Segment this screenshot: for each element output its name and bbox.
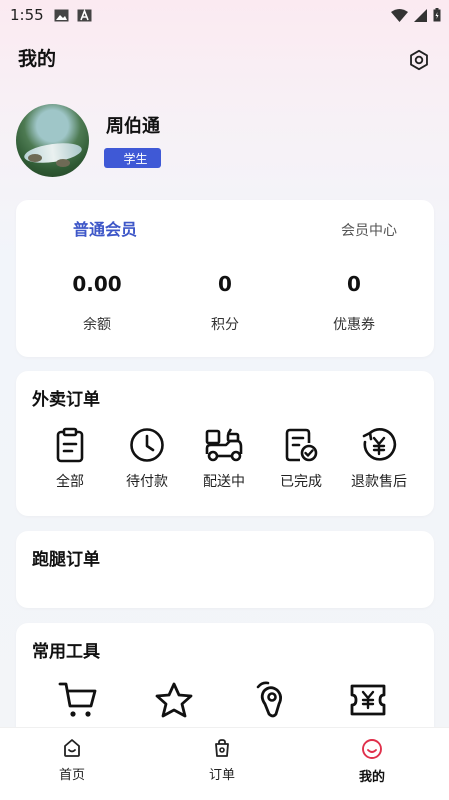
- order-all-label: 全部: [56, 474, 84, 490]
- order-refund-label: 退款售后: [351, 474, 407, 490]
- tools-card: 常用工具: [16, 623, 434, 743]
- avatar-stream: [23, 140, 83, 166]
- settings-icon: [410, 49, 428, 71]
- status-time: 1:55: [10, 6, 44, 24]
- tab-home[interactable]: 首页: [32, 738, 112, 783]
- order-completed-label: 已完成: [280, 474, 322, 490]
- tool-address-button[interactable]: [242, 681, 302, 719]
- tab-mine[interactable]: 我的: [332, 738, 412, 785]
- errand-orders-card[interactable]: 跑腿订单: [16, 531, 434, 608]
- order-refund-button[interactable]: 退款售后: [338, 427, 420, 491]
- location-pin-icon: [256, 681, 282, 718]
- points-label: 积分: [211, 317, 239, 333]
- font-a-icon: [77, 8, 92, 21]
- order-bag-icon: [215, 739, 229, 757]
- tab-mine-label: 我的: [358, 770, 385, 785]
- status-bar: 1:55: [0, 0, 449, 30]
- coupons-label: 优惠券: [333, 317, 375, 333]
- clipboard-icon: [56, 427, 84, 463]
- coupons-stat[interactable]: 0 优惠券: [289, 272, 419, 334]
- tools-title: 常用工具: [32, 642, 100, 662]
- coupons-value: 0: [347, 272, 361, 296]
- order-pending-payment-label: 待付款: [126, 474, 168, 490]
- order-pending-payment-button[interactable]: 待付款: [106, 427, 188, 491]
- star-icon: [155, 682, 193, 718]
- refund-yen-icon: [362, 428, 397, 461]
- balance-value: 0.00: [72, 272, 122, 296]
- takeout-orders-card: 外卖订单 全部 待付款 配送中 已完成 退款售后: [16, 371, 434, 516]
- tool-cart-button[interactable]: [48, 681, 108, 719]
- wifi-icon: [391, 8, 408, 22]
- home-icon: [64, 739, 80, 757]
- status-right-icons: [391, 8, 441, 22]
- smile-icon: [362, 739, 382, 759]
- takeout-orders-title: 外卖订单: [32, 390, 100, 410]
- role-badge: 学生: [104, 148, 161, 168]
- signal-icon: [414, 8, 427, 22]
- tab-orders[interactable]: 订单: [182, 738, 262, 783]
- errand-orders-title: 跑腿订单: [32, 550, 100, 570]
- clock-icon: [130, 428, 164, 462]
- gallery-icon: [54, 9, 69, 21]
- page-title: 我的: [18, 48, 57, 70]
- member-card: 普通会员 会员中心 0.00 余额 0 积分 0 优惠券: [16, 200, 434, 357]
- avatar[interactable]: [16, 104, 89, 177]
- member-level: 普通会员: [73, 220, 138, 239]
- profile-section[interactable]: 周伯通 学生: [16, 104, 436, 180]
- completed-document-icon: [285, 428, 318, 462]
- yen-ticket-icon: [350, 684, 386, 716]
- shopping-cart-icon: [58, 682, 97, 717]
- points-stat[interactable]: 0 积分: [160, 272, 290, 334]
- balance-label: 余额: [83, 317, 111, 333]
- order-all-button[interactable]: 全部: [29, 427, 111, 491]
- balance-stat[interactable]: 0.00 余额: [32, 272, 162, 334]
- tool-coupon-button[interactable]: [338, 681, 398, 719]
- bottom-tab-bar: 首页 订单 我的: [0, 727, 449, 800]
- tab-home-label: 首页: [58, 768, 85, 783]
- settings-button[interactable]: [407, 48, 431, 72]
- order-completed-button[interactable]: 已完成: [260, 427, 342, 491]
- tab-orders-label: 订单: [208, 768, 235, 783]
- order-delivering-button[interactable]: 配送中: [183, 427, 265, 491]
- username: 周伯通: [106, 116, 160, 137]
- order-delivering-label: 配送中: [203, 474, 245, 490]
- tool-favorites-button[interactable]: [144, 681, 204, 719]
- delivery-scooter-icon: [205, 428, 243, 462]
- points-value: 0: [218, 272, 232, 296]
- member-center-link[interactable]: 会员中心: [341, 220, 397, 240]
- battery-icon: [433, 8, 441, 22]
